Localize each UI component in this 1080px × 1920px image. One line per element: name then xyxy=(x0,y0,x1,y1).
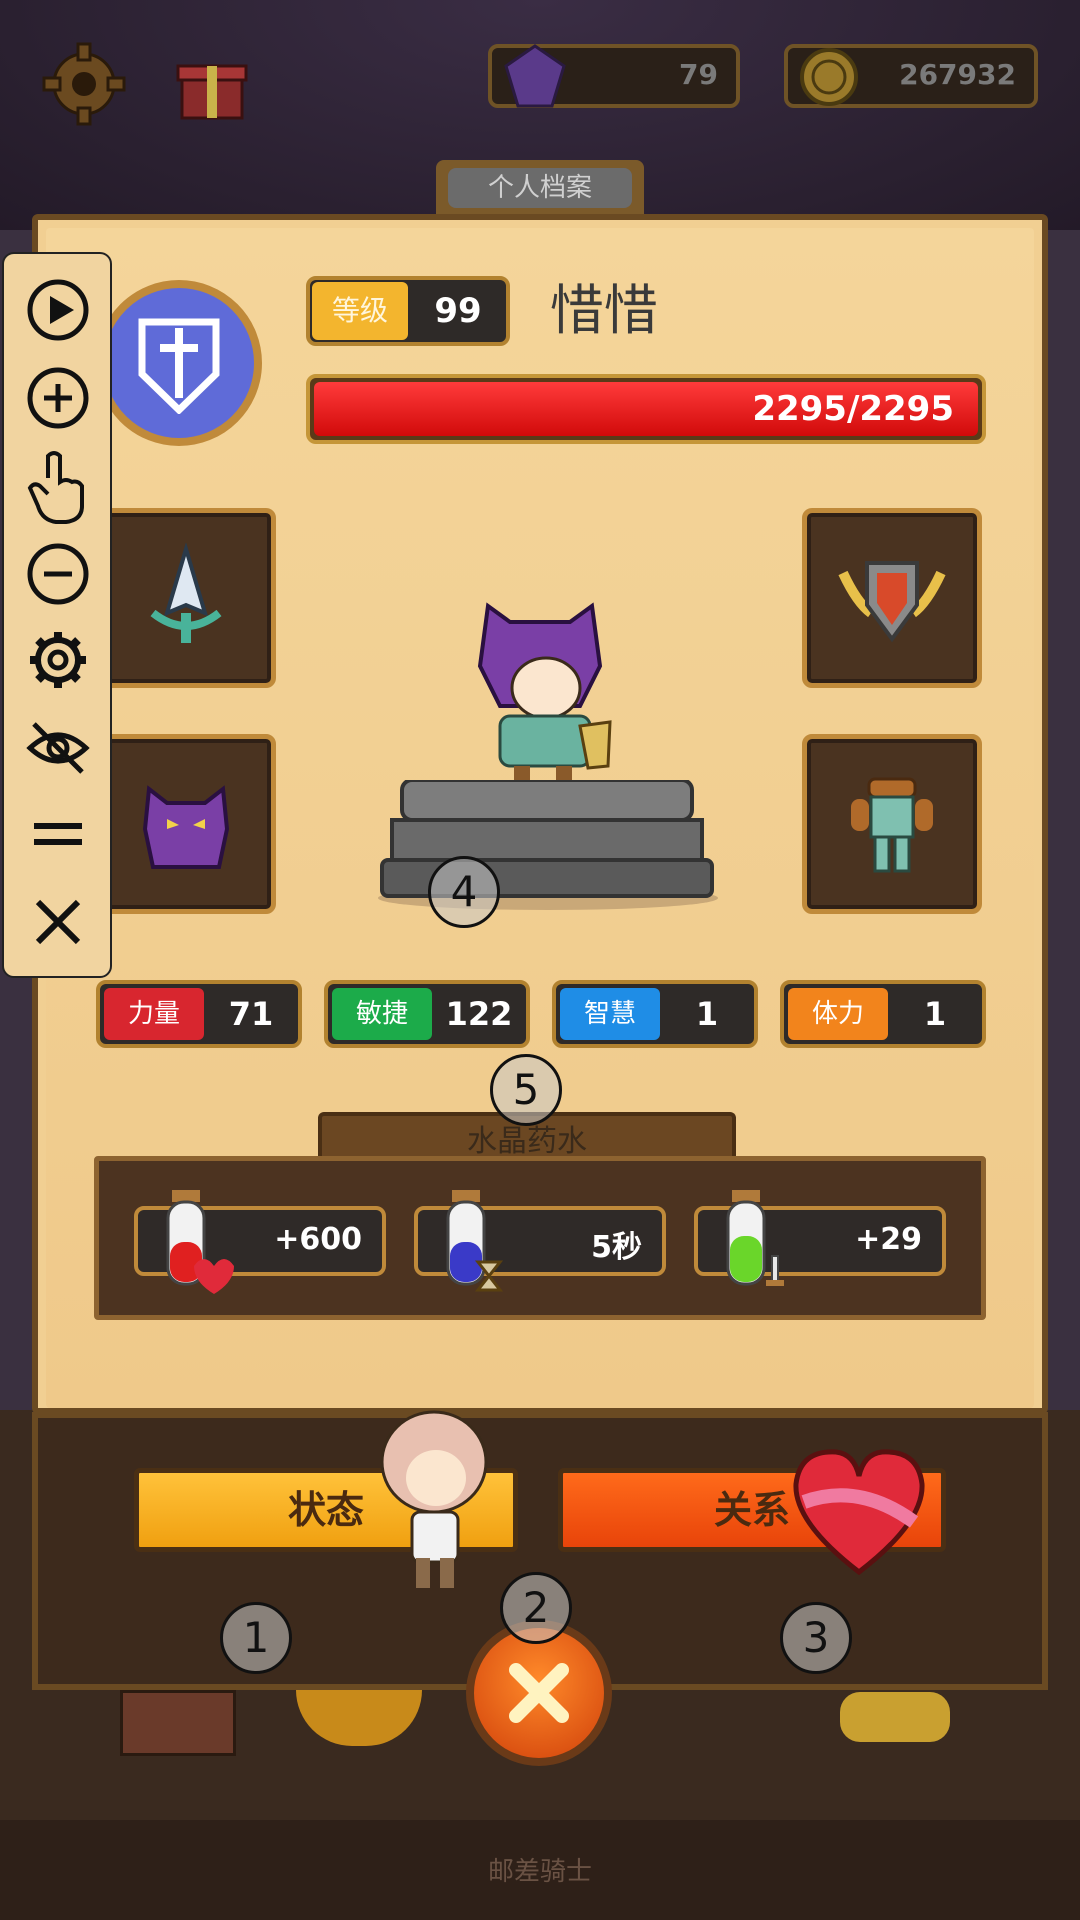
stat-value: 71 xyxy=(228,995,274,1033)
touch-icon[interactable] xyxy=(26,448,90,524)
coin-pile-icon xyxy=(840,1692,950,1742)
potion-value: +29 xyxy=(855,1222,922,1257)
book-icon xyxy=(120,1690,236,1756)
hp-text: 2295/2295 xyxy=(752,389,954,429)
cat-hood-helmet-icon xyxy=(142,785,230,869)
level-label: 等级 xyxy=(312,282,408,340)
spear-tip-icon xyxy=(150,543,222,643)
helmet-slot[interactable] xyxy=(96,734,276,914)
player-name: 惜惜 xyxy=(550,279,658,342)
potion-time[interactable]: 5秒 xyxy=(414,1190,666,1292)
stat-value: 122 xyxy=(445,995,513,1033)
potion-value: +600 xyxy=(274,1222,362,1257)
marker-5[interactable]: 5 xyxy=(490,1054,562,1126)
gem-counter: 79 xyxy=(488,44,740,108)
potion-health[interactable]: +600 xyxy=(134,1190,386,1294)
gift-box-icon[interactable] xyxy=(172,44,252,124)
stat-label: 力量 xyxy=(104,988,204,1040)
marker-2[interactable]: 2 xyxy=(500,1572,572,1644)
stat-wisdom: 智慧 1 xyxy=(552,980,758,1048)
coin-counter: 267932 xyxy=(784,44,1038,108)
potion-attack[interactable]: +29 xyxy=(694,1190,946,1286)
stat-label: 敏捷 xyxy=(332,988,432,1040)
floating-toolbar xyxy=(2,252,112,978)
winged-shield-icon xyxy=(838,561,946,643)
marker-4[interactable]: 4 xyxy=(428,856,500,928)
profile-tab-title: 个人档案 xyxy=(448,168,632,208)
guild-emblem-avatar[interactable] xyxy=(96,280,262,446)
stat-label: 体力 xyxy=(788,988,888,1040)
gold-coin-icon xyxy=(798,46,860,112)
stat-label: 智慧 xyxy=(560,988,660,1040)
coin-count: 267932 xyxy=(899,58,1016,91)
level-value: 99 xyxy=(434,291,482,331)
equals-icon[interactable] xyxy=(26,802,90,866)
stat-value: 1 xyxy=(923,995,947,1033)
sword-shield-icon xyxy=(138,318,220,414)
marker-1[interactable]: 1 xyxy=(220,1602,292,1674)
purple-gem-icon xyxy=(500,42,570,116)
red-potion-heart-icon xyxy=(154,1186,234,1300)
zoom-out-icon[interactable] xyxy=(26,542,90,606)
gear-icon[interactable] xyxy=(40,40,128,128)
play-icon[interactable] xyxy=(26,278,90,342)
leather-armor-icon xyxy=(851,777,933,873)
weapon-slot[interactable] xyxy=(96,508,276,688)
gem-count: 79 xyxy=(679,58,718,91)
gear-icon[interactable] xyxy=(26,628,90,692)
shield-slot[interactable] xyxy=(802,508,982,688)
stat-agility: 敏捷 122 xyxy=(324,980,530,1048)
blue-potion-hourglass-icon xyxy=(434,1186,514,1300)
zoom-in-icon[interactable] xyxy=(26,366,90,430)
heart-icon xyxy=(784,1442,934,1582)
close-icon xyxy=(509,1663,569,1723)
stat-strength: 力量 71 xyxy=(96,980,302,1048)
green-potion-sword-icon xyxy=(714,1186,794,1300)
hero-character[interactable] xyxy=(460,596,630,796)
marker-3[interactable]: 3 xyxy=(780,1602,852,1674)
close-icon[interactable] xyxy=(26,890,90,954)
armor-slot[interactable] xyxy=(802,734,982,914)
footer-title: 邮差骑士 xyxy=(487,1857,592,1887)
chibi-character xyxy=(376,1408,494,1594)
eye-off-icon[interactable] xyxy=(26,716,90,780)
potion-value: 5秒 xyxy=(591,1230,642,1265)
stat-value: 1 xyxy=(695,995,719,1033)
stat-stamina: 体力 1 xyxy=(780,980,986,1048)
